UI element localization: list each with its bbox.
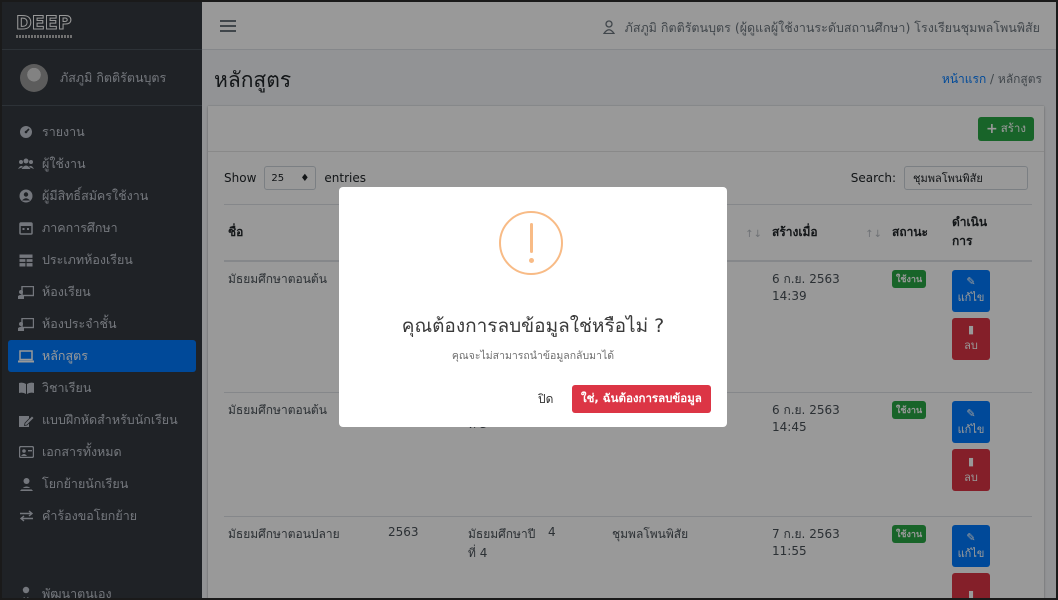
- app-window: DEEP ภัสภูมิ กิตติรัตนบุตร รายงาน ผู้ใช้…: [0, 0, 1058, 600]
- confirm-delete-button[interactable]: ใช่, ฉันต้องการลบข้อมูล: [572, 385, 711, 413]
- dialog-message: คุณจะไม่สามารถนำข้อมูลกลับมาได้: [451, 350, 615, 362]
- cancel-button[interactable]: ปิด: [528, 385, 563, 413]
- dialog-title: คุณต้องการลบข้อมูลใช่หรือไม่ ?: [401, 315, 665, 337]
- confirm-delete-dialog: คุณต้องการลบข้อมูลใช่หรือไม่ ? คุณจะไม่ส…: [339, 187, 727, 427]
- warning-icon: [499, 211, 563, 275]
